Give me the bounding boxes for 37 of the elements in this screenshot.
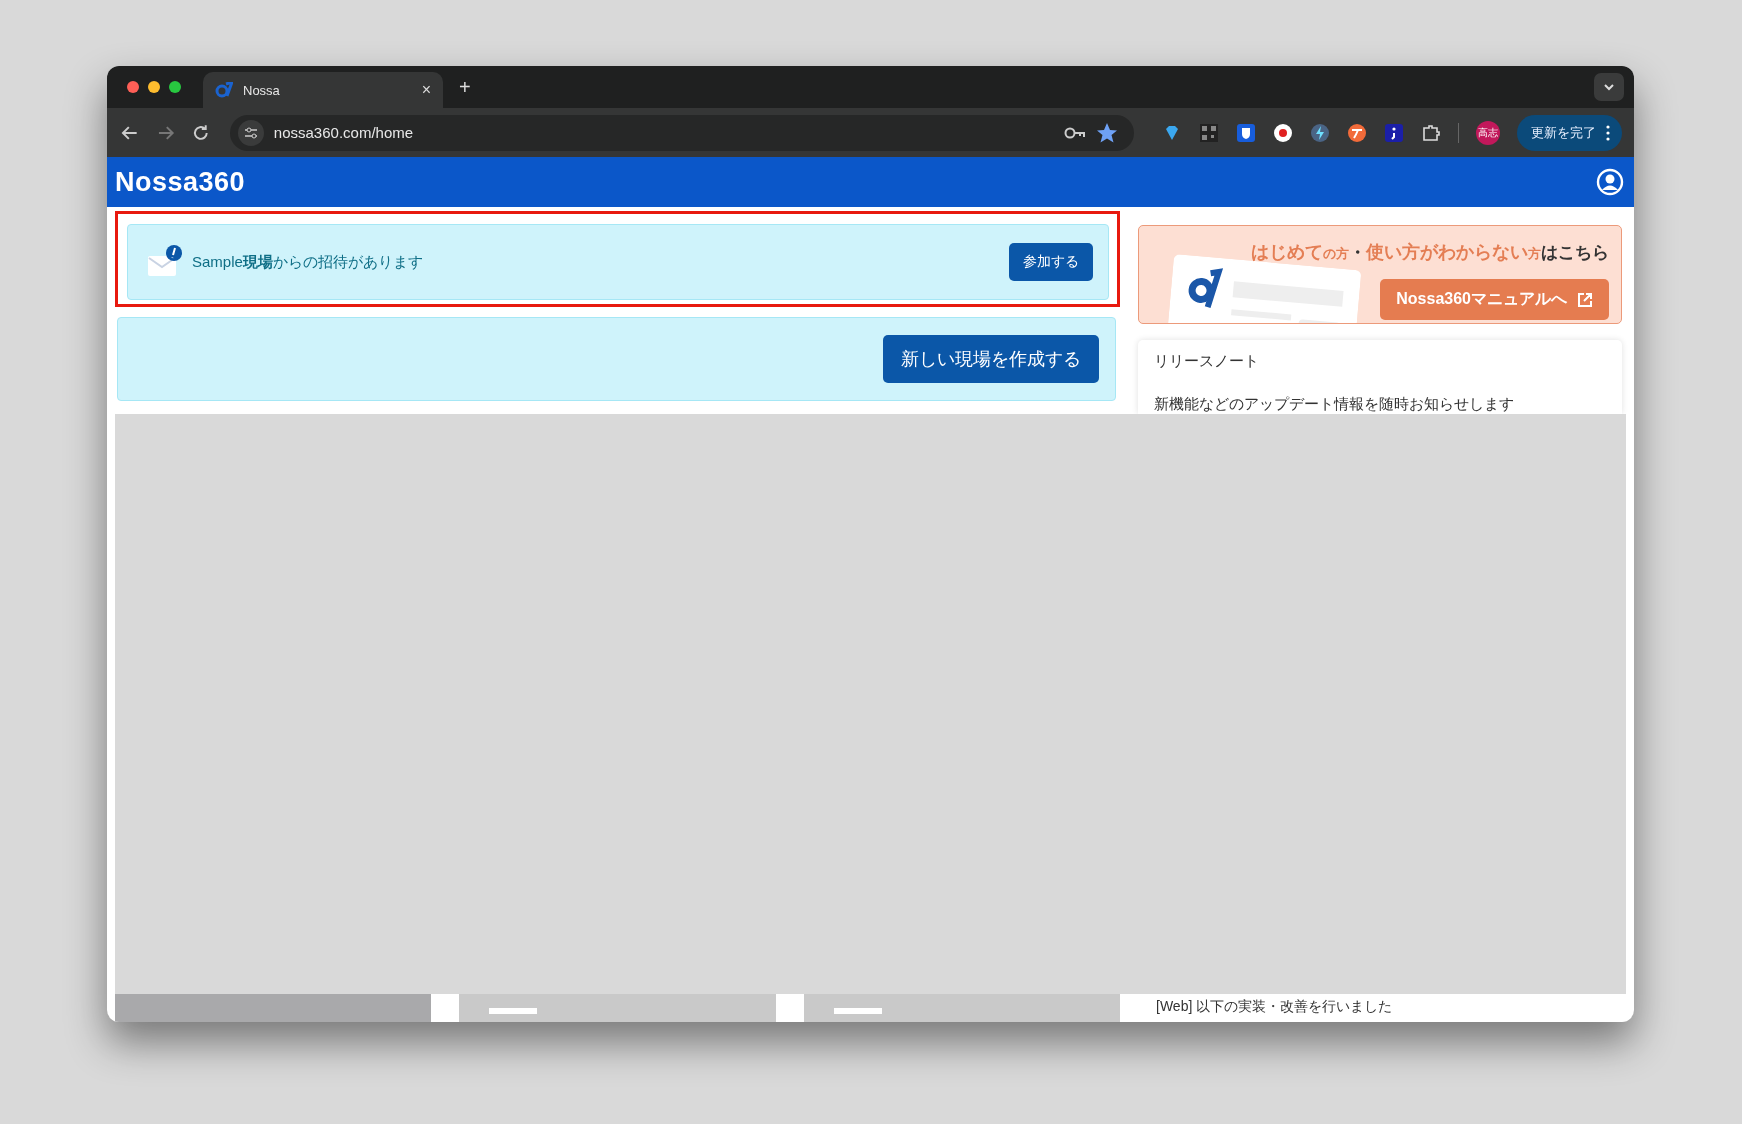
minimize-window-icon[interactable] — [148, 81, 160, 93]
shield-icon[interactable] — [1236, 122, 1256, 143]
tab-title: Nossa — [243, 82, 281, 98]
join-button[interactable]: 参加する — [1009, 243, 1093, 281]
qr-code-icon[interactable] — [1199, 122, 1219, 143]
site-thumbnail[interactable] — [803, 994, 1120, 1022]
manual-headline: はじめての方・使い方がわからない方はこちら — [1251, 241, 1609, 264]
account-icon[interactable] — [1596, 168, 1624, 196]
zoom-window-icon[interactable] — [169, 81, 181, 93]
manual-banner[interactable]: はじめての方・使い方がわからない方はこちら Nossa360マニュアルへ — [1138, 225, 1622, 324]
star-icon[interactable] — [1096, 121, 1118, 144]
browser-tab[interactable]: Nossa × — [203, 72, 443, 108]
address-bar[interactable]: nossa360.com/home — [229, 114, 1134, 151]
release-note-entry: [Web] 以下の実装・改善を行いました — [1156, 997, 1393, 1016]
lightning-icon[interactable] — [1310, 122, 1330, 143]
close-window-icon[interactable] — [127, 81, 139, 93]
url-text: nossa360.com/home — [273, 124, 415, 141]
invitation-message: Sample現場からの招待があります — [192, 252, 424, 272]
puzzle-icon[interactable] — [1421, 122, 1441, 143]
site-thumbnail[interactable] — [459, 994, 776, 1022]
site-settings-icon — [237, 119, 264, 146]
more-icon — [1606, 124, 1610, 141]
create-site-button[interactable]: 新しい現場を作成する — [883, 335, 1099, 383]
site-logo-icon — [215, 82, 233, 98]
record-icon[interactable] — [1273, 122, 1293, 143]
release-notes-intro: 新機能などのアップデート情報を随時お知らせします — [1154, 395, 1515, 414]
new-tab-button[interactable]: + — [459, 75, 471, 99]
letter-t-icon[interactable] — [1347, 122, 1367, 143]
app-logo[interactable]: Nossa360 — [115, 166, 246, 198]
tab-close-button[interactable]: × — [421, 81, 431, 99]
profile-avatar[interactable]: 高志 — [1476, 120, 1500, 145]
tab-list-button[interactable] — [1594, 73, 1624, 101]
release-notes-title: リリースノート — [1154, 352, 1260, 371]
chevron-down-icon — [1603, 83, 1615, 91]
update-button[interactable]: 更新を完了 — [1517, 114, 1622, 151]
key-icon[interactable] — [1064, 125, 1086, 140]
external-link-icon — [1577, 291, 1593, 308]
